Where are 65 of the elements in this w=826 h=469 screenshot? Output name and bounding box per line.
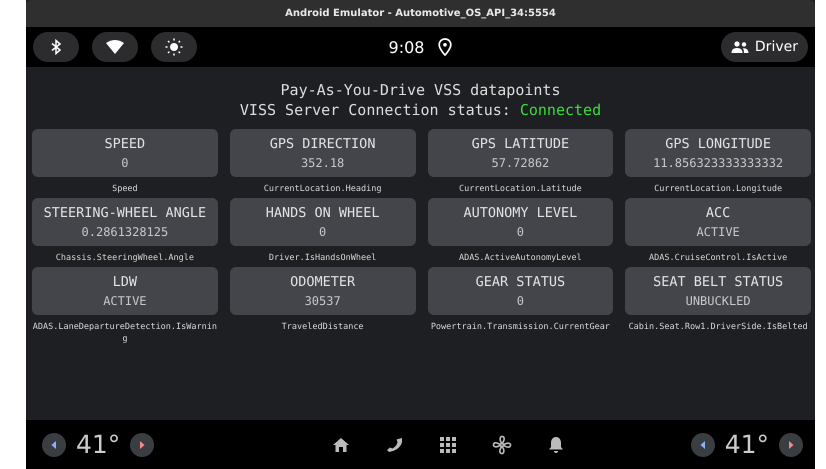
- datapoint-title: SPEED: [104, 136, 146, 152]
- temperature-down-button[interactable]: [42, 432, 66, 456]
- left-chevron-icon: [50, 440, 58, 450]
- bell-icon[interactable]: [548, 436, 564, 454]
- temperature-reading: 41°: [724, 430, 769, 459]
- datapoint-value: 0: [516, 294, 524, 308]
- datapoint-path: CurrentLocation.Latitude: [458, 183, 582, 195]
- datapoint-path: ADAS.LaneDepartureDetection.IsWarning: [32, 321, 218, 345]
- datapoint-path: Cabin.Seat.Row1.DriverSide.IsBelted: [628, 321, 808, 333]
- connection-status: Connected: [520, 100, 602, 120]
- phone-icon[interactable]: [386, 436, 404, 454]
- left-chevron-icon: [698, 440, 707, 450]
- datapoint-path: CurrentLocation.Longitude: [654, 183, 782, 195]
- fan-icon[interactable]: [492, 434, 512, 454]
- window-title: Android Emulator - Automotive_OS_API_34:5554: [285, 8, 556, 19]
- temperature-down-button[interactable]: [690, 432, 715, 456]
- location-pin-icon: [438, 38, 452, 56]
- driver-profile-button[interactable]: Driver: [720, 32, 808, 62]
- wifi-button[interactable]: [92, 32, 138, 62]
- datapoint-path: TraveledDistance: [282, 321, 364, 333]
- page-title: Pay-As-You-Drive VSS datapoints: [280, 80, 562, 100]
- brightness-button[interactable]: [151, 32, 197, 62]
- datapoint-value: ACTIVE: [103, 294, 147, 308]
- datapoint-value: UNBUCKLED: [686, 294, 751, 308]
- bluetooth-icon: [50, 39, 62, 55]
- datapoint-title: GPS DIRECTION: [270, 136, 376, 152]
- sun-icon: [165, 38, 183, 56]
- datapoint-title: AUTONOMY LEVEL: [463, 205, 578, 221]
- datapoint-path: ADAS.CruiseControl.IsActive: [649, 252, 788, 264]
- datapoint-path: Speed: [112, 183, 138, 195]
- datapoint-title: LDW: [112, 274, 138, 290]
- datapoint-value: 30537: [304, 294, 341, 308]
- wifi-icon: [106, 40, 124, 54]
- datapoint-title: ACC: [706, 205, 730, 221]
- datapoint-value: 0: [121, 156, 128, 170]
- datapoint-value: 11.856323333333332: [653, 156, 784, 170]
- datapoint-title: GEAR STATUS: [476, 274, 566, 290]
- datapoint-path: ADAS.ActiveAutonomyLevel: [458, 252, 582, 264]
- connection-label: VISS Server Connection status:: [240, 100, 511, 120]
- right-chevron-icon: [138, 440, 146, 450]
- temperature-up-button[interactable]: [779, 432, 803, 456]
- datapoint-value: 57.72862: [491, 156, 550, 170]
- datapoint-value: ACTIVE: [696, 225, 740, 239]
- people-icon: [730, 41, 749, 53]
- datapoint-value: 0: [319, 225, 326, 239]
- datapoint-value: 352.18: [300, 156, 344, 170]
- temperature-reading: 41°: [76, 430, 120, 459]
- datapoint-path: Chassis.SteeringWheel.Angle: [56, 252, 194, 264]
- datapoint-path: Powertrain.Transmission.CurrentGear: [430, 321, 610, 333]
- home-icon[interactable]: [332, 436, 350, 452]
- datapoint-title: STEERING-WHEEL ANGLE: [44, 205, 206, 221]
- temperature-up-button[interactable]: [130, 432, 154, 456]
- datapoint-title: GPS LONGITUDE: [665, 136, 771, 152]
- datapoint-path: Driver.IsHandsOnWheel: [268, 252, 376, 264]
- datapoint-title: HANDS ON WHEEL: [266, 205, 380, 221]
- datapoint-title: GPS LATITUDE: [472, 136, 570, 152]
- datapoint-value: 0.2861328125: [82, 225, 168, 239]
- datapoint-title: SEAT BELT STATUS: [653, 274, 784, 290]
- datapoint-value: 0: [516, 225, 524, 239]
- clock-time: 9:08: [388, 38, 424, 56]
- datapoint-title: ODOMETER: [290, 274, 356, 290]
- app-grid-icon[interactable]: [440, 436, 456, 452]
- datapoint-path: CurrentLocation.Heading: [264, 183, 382, 195]
- bluetooth-button[interactable]: [33, 32, 79, 62]
- right-chevron-icon: [787, 440, 795, 450]
